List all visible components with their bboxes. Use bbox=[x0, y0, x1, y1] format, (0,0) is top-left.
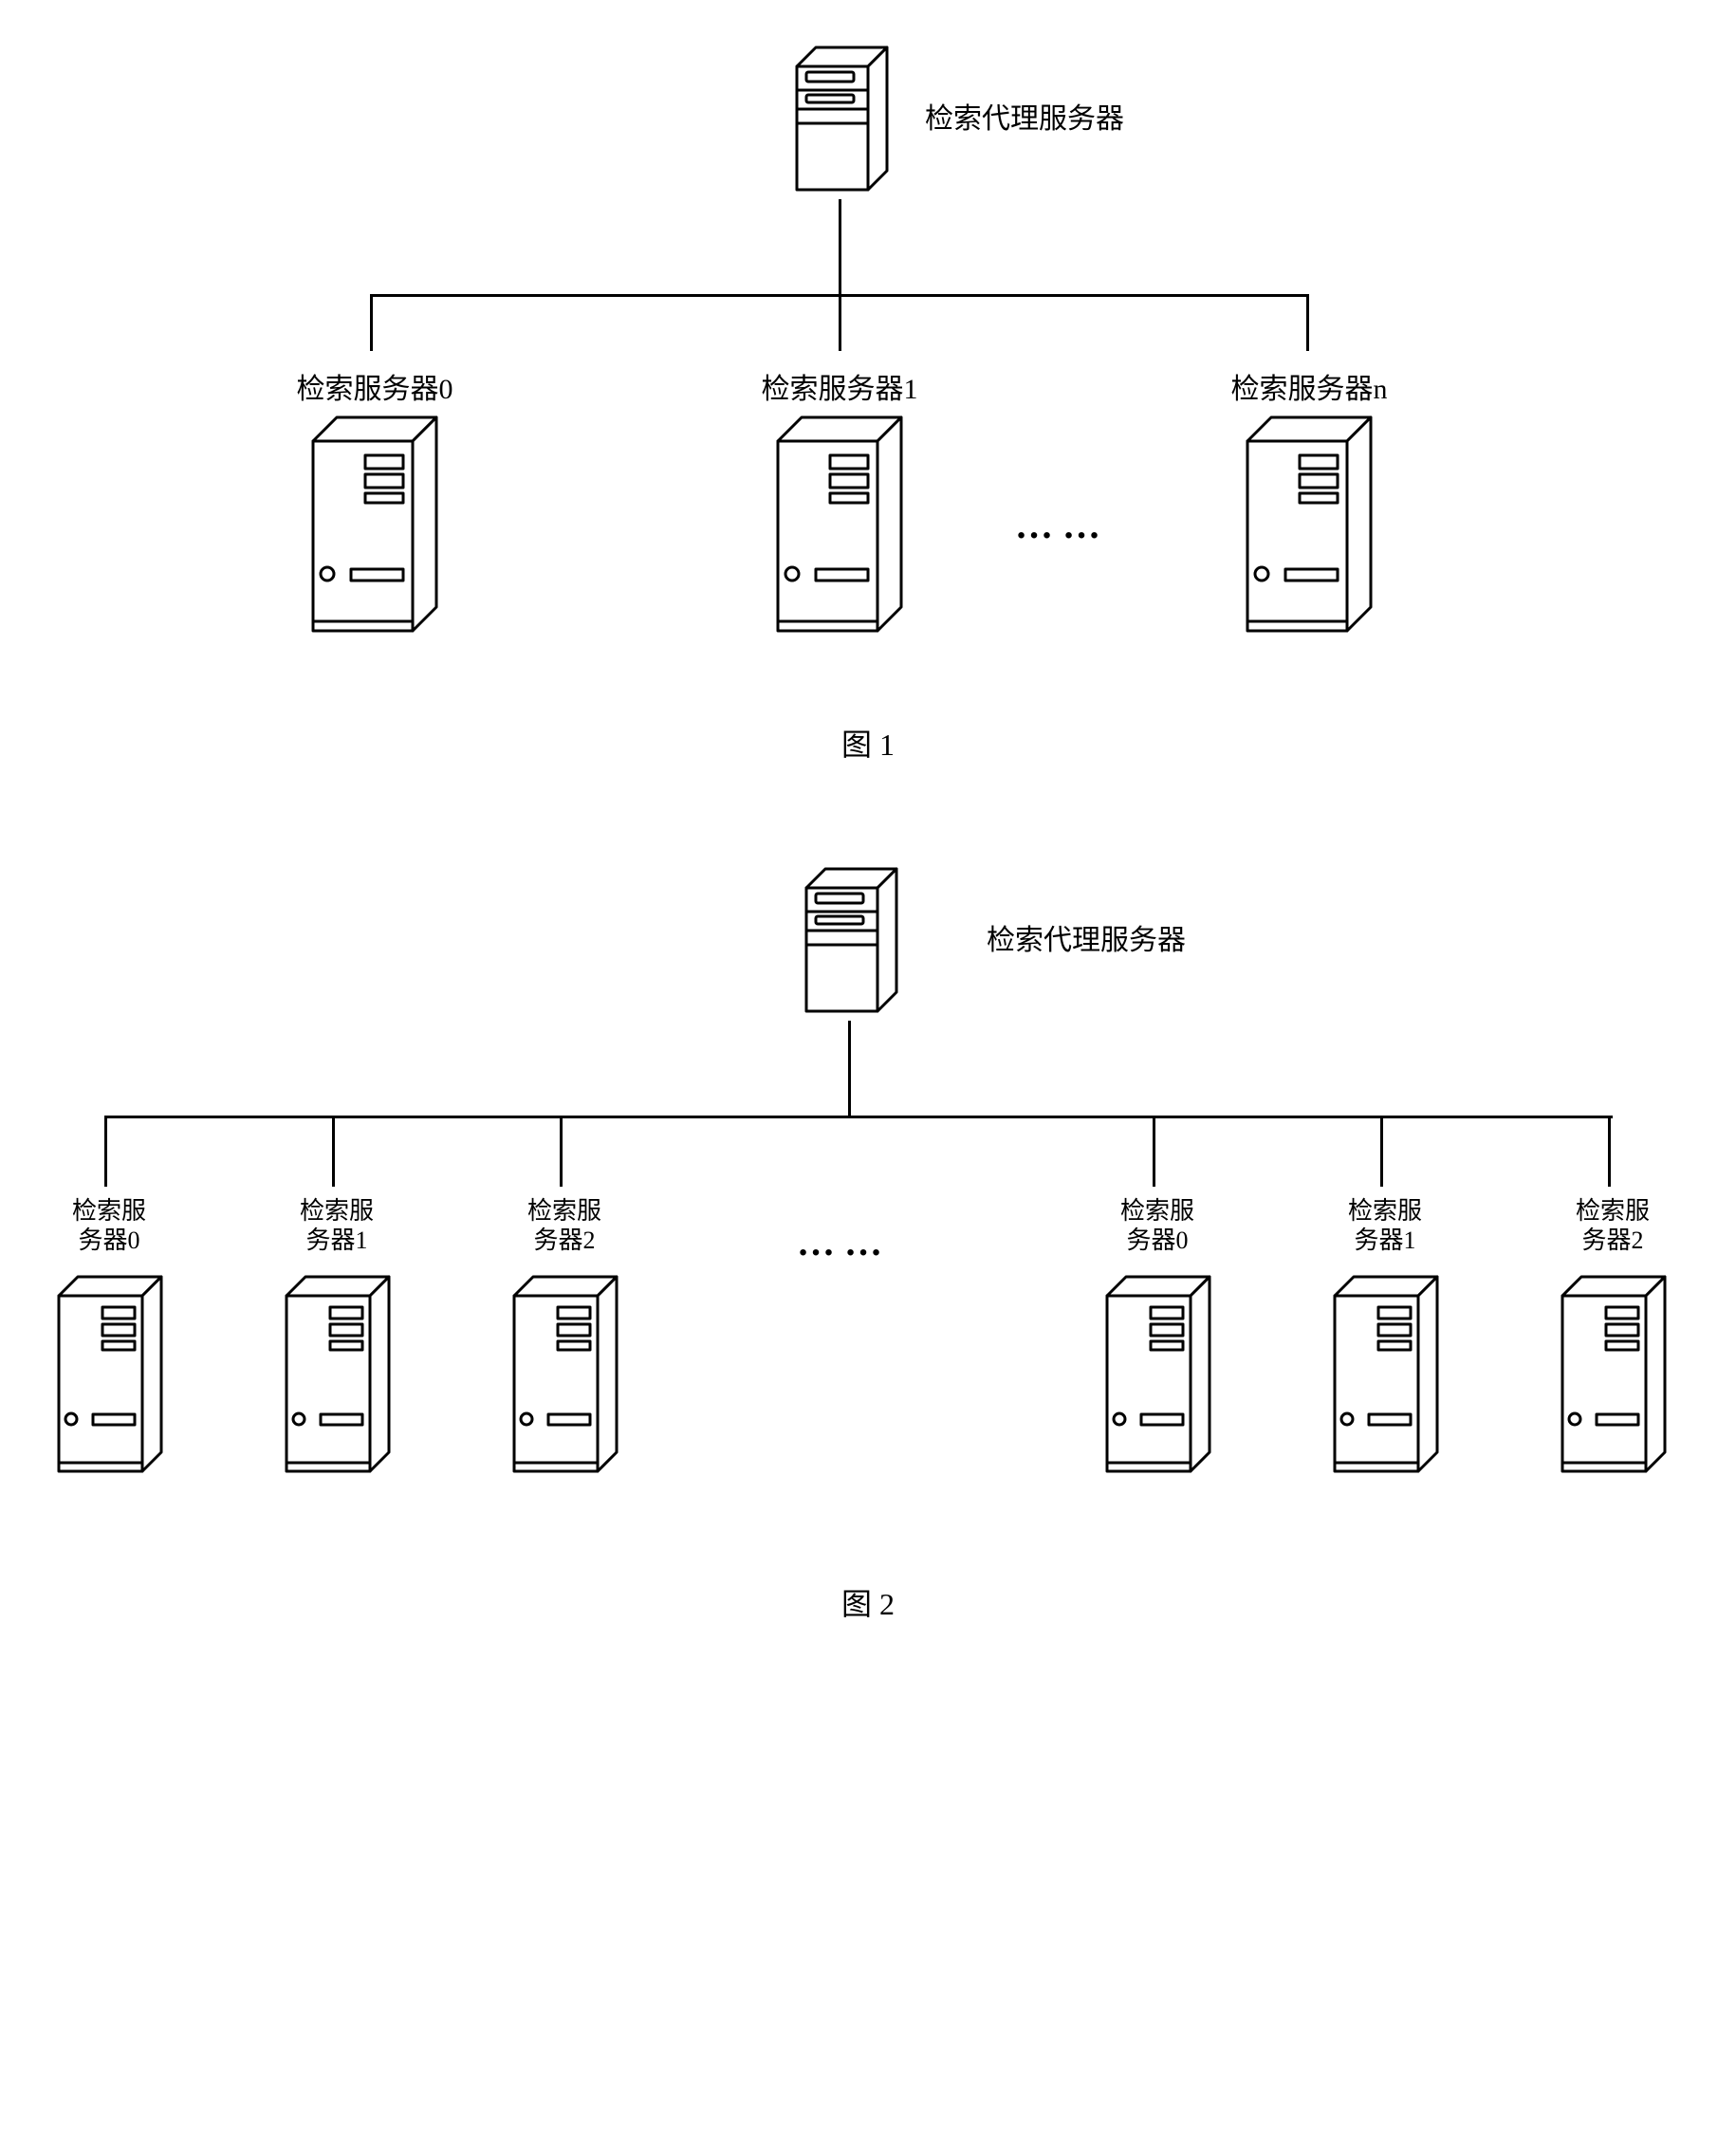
tower-server-icon bbox=[503, 1267, 636, 1485]
tower-server-icon bbox=[1233, 408, 1394, 645]
tower-server-icon bbox=[1323, 1267, 1456, 1485]
f2-server-right-1-label: 检索服 务器1 bbox=[1328, 1196, 1442, 1255]
proxy-server-fig1 bbox=[778, 38, 901, 199]
f2-server-left-0 bbox=[47, 1267, 180, 1485]
search-server-0-fig1 bbox=[299, 408, 460, 645]
tower-server-icon bbox=[1551, 1267, 1684, 1485]
tower-server-icon bbox=[299, 408, 460, 645]
figure-2: 检索代理服务器 检索服 务器0 检索服 务器1 检索服 务器2 检索服 务器0 … bbox=[38, 859, 1698, 1624]
f2-server-right-0-label: 检索服 务器0 bbox=[1100, 1196, 1214, 1255]
figure-1-diagram: 检索代理服务器 检索服务器0 检索服务器1 检索服务器n bbox=[38, 38, 1698, 683]
tower-server-icon bbox=[1096, 1267, 1228, 1485]
rack-server-icon bbox=[778, 38, 901, 199]
rack-server-icon bbox=[787, 859, 911, 1021]
figure-1-caption: 图 1 bbox=[38, 721, 1698, 765]
search-server-0-label-fig1: 检索服务器0 bbox=[294, 365, 455, 407]
f2-server-right-0 bbox=[1096, 1267, 1228, 1485]
proxy-server-fig2 bbox=[787, 859, 911, 1021]
search-server-1-label-fig1: 检索服务器1 bbox=[759, 365, 920, 407]
f2-server-right-2-label: 检索服 务器2 bbox=[1556, 1196, 1670, 1255]
tower-server-icon bbox=[764, 408, 925, 645]
ellipsis-fig2: …… bbox=[797, 1220, 892, 1264]
figure-2-caption: 图 2 bbox=[38, 1580, 1698, 1624]
f2-server-left-2 bbox=[503, 1267, 636, 1485]
f2-server-right-1 bbox=[1323, 1267, 1456, 1485]
f2-server-left-1 bbox=[275, 1267, 408, 1485]
ellipsis-fig1: …… bbox=[1015, 503, 1110, 547]
tower-server-icon bbox=[47, 1267, 180, 1485]
tower-server-icon bbox=[275, 1267, 408, 1485]
f2-server-left-1-label: 检索服 务器1 bbox=[280, 1196, 394, 1255]
search-server-1-fig1 bbox=[764, 408, 925, 645]
figure-2-diagram: 检索代理服务器 检索服 务器0 检索服 务器1 检索服 务器2 检索服 务器0 … bbox=[38, 859, 1698, 1542]
proxy-server-label-fig1: 检索代理服务器 bbox=[925, 95, 1124, 137]
figure-1: 检索代理服务器 检索服务器0 检索服务器1 检索服务器n bbox=[38, 38, 1698, 765]
f2-server-left-0-label: 检索服 务器0 bbox=[52, 1196, 166, 1255]
f2-server-left-2-label: 检索服 务器2 bbox=[508, 1196, 621, 1255]
search-server-n-fig1 bbox=[1233, 408, 1394, 645]
f2-server-right-2 bbox=[1551, 1267, 1684, 1485]
proxy-server-label-fig2: 检索代理服务器 bbox=[987, 916, 1186, 958]
search-server-n-label-fig1: 检索服务器n bbox=[1228, 365, 1390, 407]
